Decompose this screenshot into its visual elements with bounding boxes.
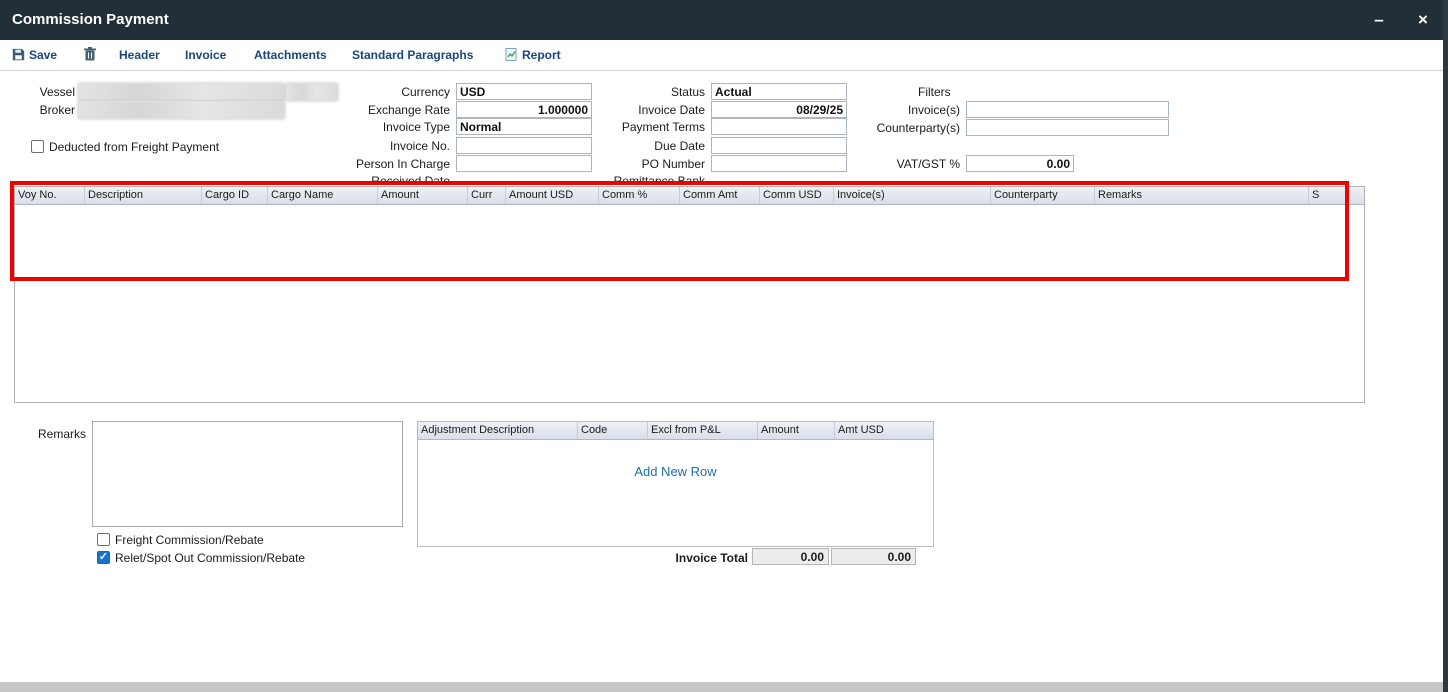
currency-input[interactable] — [456, 83, 592, 100]
invoice-total-label: Invoice Total — [602, 551, 748, 565]
filters-label: Filters — [918, 85, 951, 99]
column-header-excl-from-pl[interactable]: Excl from P&L — [648, 422, 758, 439]
vessel-label: Vessel — [15, 85, 75, 99]
column-header-code[interactable]: Code — [578, 422, 648, 439]
deducted-from-freight-label: Deducted from Freight Payment — [49, 140, 219, 154]
remarks-textarea[interactable] — [92, 421, 403, 527]
nav-header[interactable]: Header — [119, 40, 160, 70]
report-button[interactable]: Report — [505, 40, 561, 70]
counterparty-filter-label: Counterparty(s) — [830, 121, 960, 135]
window-title: Commission Payment — [12, 0, 169, 40]
remarks-label: Remarks — [38, 427, 86, 441]
invoice-type-label: Invoice Type — [292, 120, 450, 134]
column-header-adj-amount[interactable]: Amount — [758, 422, 835, 439]
counterparty-filter-input[interactable] — [966, 119, 1169, 136]
save-button[interactable]: Save — [12, 40, 57, 70]
title-bar: Commission Payment – × — [0, 0, 1448, 40]
delete-button[interactable] — [84, 40, 100, 70]
adjustments-grid: Adjustment Description Code Excl from P&… — [417, 421, 934, 547]
invoices-filter-input[interactable] — [966, 101, 1169, 118]
column-header-invoices[interactable]: Invoice(s) — [834, 187, 991, 204]
invoice-total-amount: 0.00 — [752, 548, 829, 565]
check-icon: ✓ — [99, 551, 108, 563]
column-header-amt-usd[interactable]: Amt USD — [835, 422, 933, 439]
save-icon — [12, 42, 25, 72]
broker-field-redacted[interactable] — [78, 101, 285, 119]
column-header-comm-pct[interactable]: Comm % — [599, 187, 680, 204]
exchange-rate-input[interactable] — [456, 101, 592, 118]
freight-commission-label: Freight Commission/Rebate — [115, 533, 264, 547]
close-button[interactable]: × — [1406, 0, 1440, 40]
invoice-total-amount-usd: 0.00 — [831, 548, 916, 565]
invoice-no-label: Invoice No. — [292, 139, 450, 153]
person-in-charge-label: Person In Charge — [292, 157, 450, 171]
window-right-edge — [1443, 0, 1448, 692]
status-input[interactable] — [711, 83, 847, 100]
adjustments-grid-header: Adjustment Description Code Excl from P&… — [418, 422, 933, 440]
column-header-adjustment-description[interactable]: Adjustment Description — [418, 422, 578, 439]
column-header-amount-usd[interactable]: Amount USD — [506, 187, 599, 204]
add-new-row-link[interactable]: Add New Row — [418, 464, 933, 479]
column-header-comm-amt[interactable]: Comm Amt — [680, 187, 760, 204]
minimize-button[interactable]: – — [1362, 0, 1396, 40]
column-header-amount[interactable]: Amount — [378, 187, 468, 204]
report-icon — [505, 42, 518, 72]
payment-terms-input[interactable] — [711, 118, 847, 135]
freight-commission-checkbox[interactable] — [97, 533, 110, 546]
column-header-cargo-name[interactable]: Cargo Name — [268, 187, 378, 204]
column-header-counterparty[interactable]: Counterparty — [991, 187, 1095, 204]
due-date-input[interactable] — [711, 137, 847, 154]
commission-grid: Voy No. Description Cargo ID Cargo Name … — [14, 186, 1365, 403]
commission-grid-header: Voy No. Description Cargo ID Cargo Name … — [15, 187, 1364, 205]
invoices-filter-label: Invoice(s) — [830, 103, 960, 117]
vat-gst-input[interactable] — [966, 155, 1074, 172]
commission-grid-body[interactable] — [15, 205, 1364, 403]
trash-icon — [84, 42, 96, 72]
deducted-from-freight-checkbox[interactable] — [31, 140, 44, 153]
bottom-bar — [0, 682, 1448, 692]
vessel-field-redacted[interactable] — [78, 83, 285, 101]
person-in-charge-input[interactable] — [456, 155, 592, 172]
po-number-input[interactable] — [711, 155, 847, 172]
nav-invoice[interactable]: Invoice — [185, 40, 226, 70]
relet-spot-out-label: Relet/Spot Out Commission/Rebate — [115, 551, 305, 565]
invoice-no-input[interactable] — [456, 137, 592, 154]
report-label: Report — [522, 48, 561, 62]
invoice-date-input[interactable] — [711, 101, 847, 118]
broker-label: Broker — [15, 103, 75, 117]
toolbar: Save Header Invoice Attachments Standard… — [0, 40, 1448, 71]
column-header-comm-usd[interactable]: Comm USD — [760, 187, 834, 204]
save-label: Save — [29, 48, 57, 62]
column-header-cargo-id[interactable]: Cargo ID — [202, 187, 268, 204]
nav-standard-paragraphs[interactable]: Standard Paragraphs — [352, 40, 473, 70]
column-header-remarks[interactable]: Remarks — [1095, 187, 1309, 204]
column-header-curr[interactable]: Curr — [468, 187, 506, 204]
invoice-type-input[interactable] — [456, 118, 592, 135]
column-header-voy-no[interactable]: Voy No. — [15, 187, 85, 204]
vat-gst-label: VAT/GST % — [830, 157, 960, 171]
column-header-s[interactable]: S — [1309, 187, 1364, 204]
vessel-code-field-redacted[interactable] — [286, 83, 338, 101]
nav-attachments[interactable]: Attachments — [254, 40, 327, 70]
relet-spot-out-checkbox[interactable]: ✓ — [97, 551, 110, 564]
exchange-rate-label: Exchange Rate — [292, 103, 450, 117]
column-header-description[interactable]: Description — [85, 187, 202, 204]
adjustments-grid-body: Add New Row — [418, 440, 933, 547]
